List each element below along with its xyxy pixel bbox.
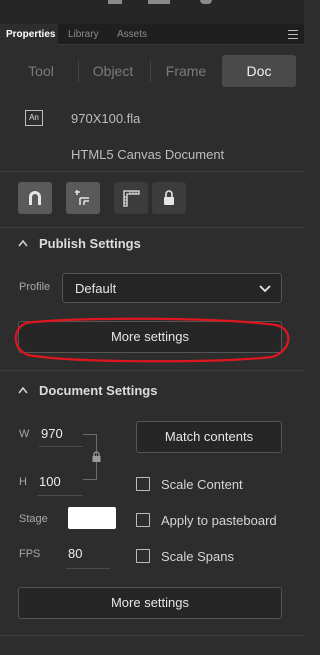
seg-tool[interactable]: Tool [8,55,74,87]
animate-file-icon: An [25,110,43,126]
document-settings-heading[interactable]: Document Settings [39,383,157,398]
tab-library[interactable]: Library [62,24,105,45]
scale-content-label[interactable]: Scale Content [161,477,243,492]
file-name: 970X100.fla [71,111,141,126]
seg-frame[interactable]: Frame [152,55,220,87]
document-type: HTML5 Canvas Document [71,147,225,162]
profile-value: Default [75,281,117,296]
lock-guides-button[interactable] [152,182,186,214]
profile-label: Profile [19,281,51,293]
toolbar-stub [108,0,122,4]
segment-divider [78,60,79,82]
link-icon[interactable] [91,451,102,463]
fps-field[interactable]: 80 [68,546,82,561]
field-underline [39,446,83,447]
height-label: H [19,476,27,488]
lock-icon [164,190,174,205]
field-underline [66,568,110,569]
properties-mode-switcher: Tool Object Frame Doc [8,55,296,87]
scale-spans-checkbox[interactable] [136,549,150,563]
stage-color-swatch[interactable] [68,507,116,529]
panel-tab-bar: Properties Library Assets [0,24,304,45]
ruler-icon [123,190,140,207]
divider [0,171,304,172]
collapse-chevron-icon[interactable] [18,386,28,394]
fps-label: FPS [19,548,41,560]
toolbar-stub [148,0,170,4]
tab-assets[interactable]: Assets [111,24,153,45]
magnet-icon [29,191,41,205]
width-label: W [19,428,30,440]
collapse-chevron-icon[interactable] [18,239,28,247]
apply-to-pasteboard-checkbox[interactable] [136,513,150,527]
segment-divider [150,60,151,82]
scale-spans-label[interactable]: Scale Spans [161,549,234,564]
panel-menu-icon[interactable] [288,30,298,39]
height-field[interactable]: 100 [39,474,61,489]
width-field[interactable]: 970 [41,426,63,441]
top-strip [0,0,304,24]
rulers-button[interactable] [114,182,148,214]
publish-settings-heading[interactable]: Publish Settings [39,236,141,251]
seg-doc[interactable]: Doc [222,55,296,87]
chevron-down-icon [259,285,271,293]
snap-align-icon [75,190,89,205]
divider [0,370,304,371]
snap-to-objects-button[interactable] [18,182,52,214]
divider [0,635,304,636]
match-contents-button[interactable]: Match contents [136,421,282,453]
seg-object[interactable]: Object [80,55,146,87]
field-underline [37,495,83,496]
publish-more-settings-button[interactable]: More settings [18,321,282,353]
divider [0,227,304,228]
tab-properties[interactable]: Properties [0,24,58,45]
stage-label: Stage [19,513,48,525]
apply-to-pasteboard-label[interactable]: Apply to pasteboard [161,513,277,528]
document-more-settings-button[interactable]: More settings [18,587,282,619]
snap-align-button[interactable] [66,182,100,214]
profile-dropdown[interactable]: Default [62,273,282,303]
scale-content-checkbox[interactable] [136,477,150,491]
toolbar-stub [200,0,212,4]
